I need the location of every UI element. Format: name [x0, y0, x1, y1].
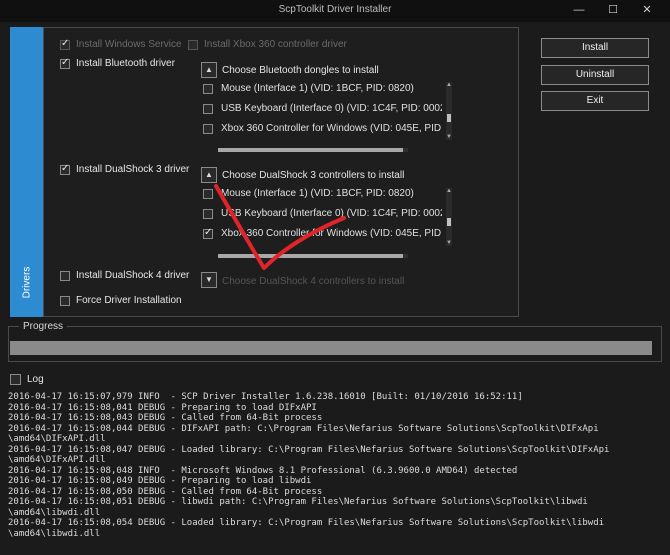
red-checkmark-annotation — [214, 184, 346, 270]
log-label: Log — [27, 374, 44, 385]
checkbox-box[interactable] — [60, 57, 70, 69]
log-line: 2016-04-17 16:15:08,044 DEBUG - DIFxAPI … — [8, 423, 599, 434]
drivers-tab-label: Drivers — [21, 266, 33, 299]
scroll-thumb[interactable] — [218, 148, 403, 152]
log-line: 2016-04-17 16:15:08,049 DEBUG - Preparin… — [8, 476, 312, 486]
list-item[interactable]: Mouse (Interface 1) (VID: 1BCF, PID: 082… — [203, 83, 414, 94]
scroll-up-icon[interactable]: ▲ — [446, 82, 452, 88]
install-xbox360-driver-label: Install Xbox 360 controller driver — [204, 39, 347, 50]
list-item-label: USB Keyboard (Interface 0) (VID: 1C4F, P… — [221, 103, 442, 114]
list-item-label: Xbox 360 Controller for Windows (VID: 04… — [221, 123, 442, 134]
force-driver-installation-checkbox[interactable]: Force Driver Installation — [60, 295, 182, 306]
collapse-bluetooth-chevron-up-icon[interactable]: ▲ — [201, 62, 217, 78]
bluetooth-section-header: Choose Bluetooth dongles to install — [222, 65, 379, 76]
log-line: 2016-04-17 16:15:08,047 DEBUG - Loaded l… — [8, 444, 610, 455]
checkbox-box[interactable] — [60, 163, 70, 175]
force-driver-installation-label: Force Driver Installation — [76, 295, 182, 306]
log-line: \amd64\libwdi.dll — [8, 507, 101, 518]
maximize-icon[interactable]: ☐ — [596, 0, 630, 20]
checkbox-box — [188, 39, 198, 50]
list-item[interactable]: USB Keyboard (Interface 0) (VID: 1C4F, P… — [203, 103, 442, 114]
scroll-down-icon[interactable]: ▼ — [446, 240, 452, 246]
scroll-thumb[interactable] — [447, 114, 451, 122]
install-ds4-driver-label: Install DualShock 4 driver — [76, 270, 190, 281]
log-line: 2016-04-17 16:15:08,050 DEBUG - Called f… — [8, 486, 323, 497]
checkbox-box[interactable] — [203, 103, 213, 114]
install-bluetooth-driver-checkbox[interactable]: Install Bluetooth driver — [60, 57, 175, 69]
log-line: \amd64\libwdi.dll — [8, 528, 101, 539]
scroll-thumb[interactable] — [447, 218, 451, 226]
progress-bar — [10, 341, 652, 355]
log-line: 2016-04-17 16:15:07,979 INFO - SCP Drive… — [8, 392, 523, 402]
install-ds3-driver-label: Install DualShock 3 driver — [76, 164, 190, 175]
install-windows-service-label: Install Windows Service — [76, 39, 182, 50]
ds3-list-vertical-scrollbar[interactable]: ▲ ▼ — [446, 188, 452, 246]
log-line: \amd64\DIFxAPI.dll — [8, 455, 106, 465]
list-item-label: Mouse (Interface 1) (VID: 1BCF, PID: 082… — [221, 83, 414, 94]
bluetooth-device-list: Mouse (Interface 1) (VID: 1BCF, PID: 082… — [200, 80, 442, 144]
log-line: 2016-04-17 16:15:08,043 DEBUG - Called f… — [8, 413, 323, 423]
progress-label: Progress — [19, 321, 68, 332]
checkbox-box — [60, 38, 70, 50]
install-bluetooth-driver-label: Install Bluetooth driver — [76, 58, 175, 69]
bluetooth-list-vertical-scrollbar[interactable]: ▲ ▼ — [446, 82, 452, 140]
log-line: 2016-04-17 16:15:08,048 INFO - Microsoft… — [8, 465, 518, 476]
log-expander[interactable]: Log — [10, 374, 44, 385]
drivers-tab[interactable]: Drivers — [10, 27, 43, 317]
checkbox-box[interactable] — [203, 83, 213, 94]
install-ds3-driver-checkbox[interactable]: Install DualShock 3 driver — [60, 163, 190, 175]
title-bar: ScpToolkit Driver Installer — ☐ ✕ — [0, 0, 670, 22]
checkbox-box[interactable] — [60, 270, 70, 281]
scroll-down-icon[interactable]: ▼ — [446, 134, 452, 140]
close-icon[interactable]: ✕ — [630, 0, 664, 20]
list-item[interactable]: Xbox 360 Controller for Windows (VID: 04… — [203, 123, 442, 134]
uninstall-button[interactable]: Uninstall — [541, 65, 649, 85]
log-line: 2016-04-17 16:15:08,054 DEBUG - Loaded l… — [8, 518, 605, 528]
scroll-up-icon[interactable]: ▲ — [446, 188, 452, 194]
install-ds4-driver-checkbox[interactable]: Install DualShock 4 driver — [60, 270, 189, 281]
log-line: \amd64\DIFxAPI.dll — [8, 434, 106, 444]
checkbox-box[interactable] — [60, 295, 70, 306]
checkbox-box[interactable] — [203, 123, 213, 134]
exit-button[interactable]: Exit — [541, 91, 649, 111]
minimize-icon[interactable]: — — [562, 0, 596, 20]
bluetooth-list-horizontal-scrollbar[interactable] — [218, 148, 408, 152]
install-windows-service-checkbox: Install Windows Service — [60, 38, 182, 50]
collapse-chevron-up-icon[interactable] — [10, 374, 21, 385]
log-output: 2016-04-17 16:15:07,979 INFO - SCP Drive… — [8, 392, 662, 550]
install-button[interactable]: Install — [541, 38, 649, 58]
log-line: 2016-04-17 16:15:08,051 DEBUG - libwdi p… — [8, 497, 588, 507]
log-line: 2016-04-17 16:15:08,041 DEBUG - Preparin… — [8, 402, 317, 413]
install-xbox360-driver-checkbox: Install Xbox 360 controller driver — [188, 39, 347, 50]
